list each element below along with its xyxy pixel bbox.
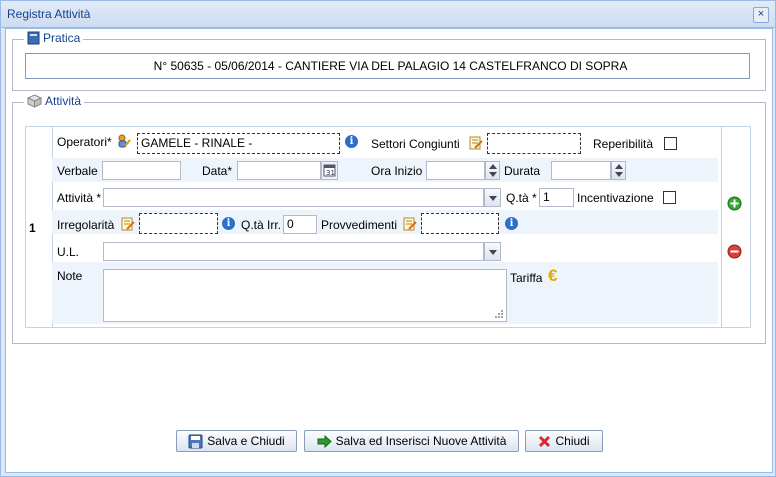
qta-irr-label: Q.tà Irr.: [241, 218, 282, 232]
provvedimenti-edit-icon[interactable]: [403, 217, 417, 231]
actions-cell: [721, 127, 750, 327]
operatori-label: Operatori*: [57, 135, 112, 149]
resize-grip-icon[interactable]: [494, 309, 504, 319]
remove-row-icon[interactable]: [727, 244, 742, 259]
settori-congiunti-label: Settori Congiunti: [371, 137, 460, 151]
tariffa-label: Tariffa: [510, 271, 543, 285]
durata-field[interactable]: [551, 161, 611, 180]
cube-icon: [27, 94, 42, 108]
data-label: Data*: [202, 164, 233, 178]
note-label: Note: [57, 269, 83, 283]
verbale-field[interactable]: [102, 161, 181, 180]
irregolarita-info-icon[interactable]: i: [222, 217, 235, 230]
ora-inizio-label: Ora Inizio: [371, 164, 423, 178]
book-icon: [27, 31, 40, 45]
data-field[interactable]: [237, 161, 321, 180]
pratica-display: N° 50635 - 05/06/2014 - CANTIERE VIA DEL…: [25, 53, 750, 79]
reperibilita-checkbox[interactable]: [664, 137, 677, 150]
attivita-label: Attività *: [57, 191, 102, 205]
close-label: Chiudi: [555, 434, 590, 448]
irregolarita-field[interactable]: [139, 213, 218, 234]
pratica-legend-label: Pratica: [43, 31, 81, 45]
ora-inizio-field[interactable]: [426, 161, 485, 180]
ul-combo[interactable]: [103, 242, 484, 261]
add-row-icon[interactable]: [727, 196, 742, 211]
irregolarita-label: Irregolarità: [57, 218, 115, 232]
operatori-info-icon[interactable]: i: [345, 135, 358, 148]
operatori-field[interactable]: GAMELE - RINALE -: [137, 133, 340, 154]
incentivazione-checkbox[interactable]: [663, 191, 676, 204]
svg-text:31: 31: [326, 169, 335, 177]
attivita-legend-label: Attività: [45, 94, 82, 108]
dialog-body: Pratica N° 50635 - 05/06/2014 - CANTIERE…: [5, 28, 773, 473]
window-title: Registra Attività: [7, 7, 91, 21]
attivita-legend: Attività: [24, 94, 85, 108]
calendar-icon[interactable]: 31: [321, 161, 338, 180]
ul-label: U.L.: [57, 245, 80, 259]
settori-edit-icon[interactable]: [469, 136, 483, 150]
durata-label: Durata: [504, 164, 541, 178]
row-number: 1: [29, 221, 36, 235]
qta-field[interactable]: 1: [539, 188, 574, 207]
verbale-label: Verbale: [57, 164, 98, 178]
incentivazione-label: Incentivazione: [577, 191, 654, 205]
euro-icon: €: [548, 266, 558, 285]
save-close-label: Salva e Chiudi: [207, 434, 285, 448]
note-textarea[interactable]: [103, 269, 507, 322]
provvedimenti-info-icon[interactable]: i: [505, 217, 518, 230]
attivita-combo-trigger[interactable]: [484, 188, 501, 207]
settori-congiunti-field[interactable]: [487, 133, 581, 154]
title-bar[interactable]: Registra Attività ×: [1, 1, 775, 28]
provvedimenti-field[interactable]: [421, 213, 499, 234]
close-button[interactable]: Chiudi: [525, 430, 603, 452]
arrow-right-icon: [317, 434, 332, 448]
provvedimenti-label: Provvedimenti: [321, 218, 398, 232]
save-insert-button[interactable]: Salva ed Inserisci Nuove Attività: [304, 430, 519, 452]
durata-spinner[interactable]: [611, 161, 626, 180]
floppy-disk-icon: [188, 434, 203, 448]
attivita-combo[interactable]: [103, 188, 484, 207]
people-edit-icon[interactable]: [117, 134, 131, 148]
dialog-window: Registra Attività × Pratica N° 50635 - 0…: [0, 0, 776, 477]
pratica-legend: Pratica: [24, 31, 84, 45]
red-x-icon: [539, 435, 551, 447]
save-insert-label: Salva ed Inserisci Nuove Attività: [335, 434, 507, 448]
reperibilita-label: Reperibilità: [593, 137, 654, 151]
qta-label: Q.tà *: [506, 191, 537, 205]
ul-combo-trigger[interactable]: [484, 242, 501, 261]
qta-irr-field[interactable]: 0: [283, 215, 317, 234]
close-window-button[interactable]: ×: [753, 7, 769, 23]
save-close-button[interactable]: Salva e Chiudi: [176, 430, 297, 452]
ora-inizio-spinner[interactable]: [485, 161, 500, 180]
irregolarita-edit-icon[interactable]: [121, 217, 135, 231]
